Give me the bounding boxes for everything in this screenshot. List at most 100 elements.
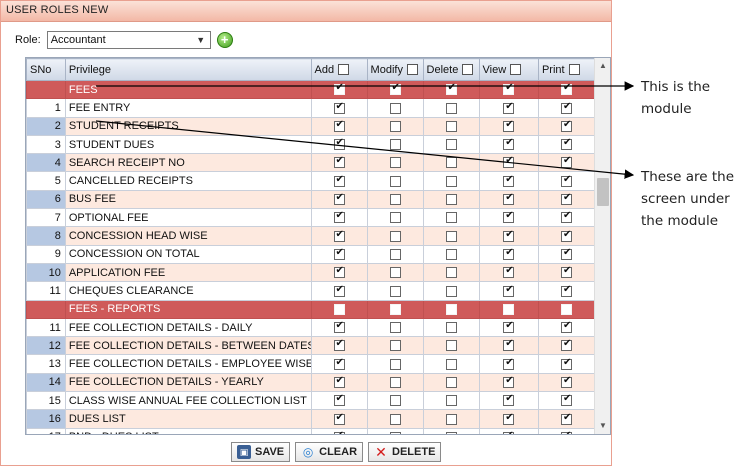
table-row[interactable]: 4 SEARCH RECEIPT NO — [26, 153, 596, 173]
table-row[interactable]: 6 BUS FEE — [26, 189, 596, 210]
permission-checkbox[interactable] — [503, 357, 515, 370]
permission-checkbox[interactable] — [503, 412, 515, 425]
permission-checkbox[interactable] — [503, 101, 515, 114]
permission-checkbox[interactable] — [389, 120, 401, 132]
permission-checkbox[interactable] — [560, 210, 572, 224]
permission-checkbox[interactable] — [389, 431, 401, 434]
permission-checkbox[interactable] — [445, 340, 457, 352]
permission-checkbox[interactable] — [503, 229, 515, 242]
permission-checkbox[interactable] — [389, 212, 401, 224]
permission-checkbox[interactable] — [445, 376, 457, 388]
table-row[interactable]: 14 FEE COLLECTION DETAILS - YEARLY — [26, 372, 596, 393]
permission-checkbox[interactable] — [389, 194, 401, 206]
table-row[interactable]: 9 CONCESSION ON TOTAL — [26, 244, 596, 264]
permission-checkbox[interactable] — [560, 375, 572, 388]
permission-checkbox[interactable] — [389, 395, 401, 407]
permission-checkbox[interactable] — [560, 393, 572, 407]
table-row[interactable]: 7 OPTIONAL FEE — [26, 208, 596, 228]
permission-checkbox[interactable] — [560, 229, 572, 242]
permission-checkbox[interactable] — [445, 358, 457, 370]
permission-checkbox[interactable] — [560, 320, 572, 334]
permission-checkbox[interactable] — [445, 395, 457, 407]
permission-checkbox[interactable] — [333, 357, 345, 370]
permission-checkbox[interactable] — [389, 267, 401, 279]
permission-checkbox[interactable] — [445, 413, 457, 425]
permission-checkbox[interactable] — [333, 338, 345, 352]
permission-checkbox[interactable] — [503, 174, 515, 187]
select-all-checkbox[interactable] — [568, 64, 580, 76]
permission-checkbox[interactable] — [445, 431, 457, 434]
permission-checkbox[interactable] — [503, 430, 515, 434]
permission-checkbox[interactable] — [503, 192, 515, 206]
table-row[interactable]: 16 DUES LIST — [26, 409, 596, 429]
permission-checkbox[interactable] — [333, 430, 345, 434]
table-row[interactable]: 2 STUDENT RECEIPTS — [26, 116, 596, 136]
permission-checkbox[interactable] — [560, 430, 572, 434]
permission-checkbox[interactable] — [560, 82, 572, 96]
permission-checkbox[interactable] — [503, 265, 515, 279]
table-row[interactable]: 10 APPLICATION FEE — [26, 262, 596, 283]
permission-checkbox[interactable] — [333, 229, 345, 242]
module-row[interactable]: FEES — [26, 79, 596, 100]
permission-checkbox[interactable] — [389, 230, 401, 242]
permission-checkbox[interactable] — [445, 82, 457, 96]
table-row[interactable]: 17BND - DUES LIST — [26, 427, 596, 434]
permission-checkbox[interactable] — [389, 322, 401, 334]
permission-checkbox[interactable] — [389, 248, 401, 260]
permission-checkbox[interactable] — [389, 285, 401, 297]
select-all-checkbox[interactable] — [462, 64, 474, 76]
permission-checkbox[interactable] — [333, 393, 345, 407]
permission-checkbox[interactable] — [333, 82, 345, 96]
permission-checkbox[interactable] — [389, 303, 401, 315]
scroll-thumb[interactable] — [597, 178, 609, 206]
permission-checkbox[interactable] — [560, 137, 572, 151]
permission-checkbox[interactable] — [333, 320, 345, 334]
permission-checkbox[interactable] — [389, 157, 401, 169]
permission-checkbox[interactable] — [503, 155, 515, 169]
permission-checkbox[interactable] — [503, 247, 515, 260]
permission-checkbox[interactable] — [503, 137, 515, 151]
select-all-checkbox[interactable] — [338, 64, 350, 76]
permission-checkbox[interactable] — [445, 139, 457, 151]
permission-checkbox[interactable] — [389, 82, 401, 96]
permission-checkbox[interactable] — [333, 375, 345, 388]
permission-checkbox[interactable] — [503, 338, 515, 352]
select-all-checkbox[interactable] — [406, 64, 418, 76]
permission-checkbox[interactable] — [503, 119, 515, 132]
permission-checkbox[interactable] — [560, 284, 572, 297]
permission-checkbox[interactable] — [333, 101, 345, 114]
vertical-scrollbar[interactable]: ▲ ▼ — [594, 58, 610, 434]
permission-checkbox[interactable] — [389, 102, 401, 114]
permission-checkbox[interactable] — [333, 284, 345, 297]
permission-checkbox[interactable] — [445, 267, 457, 279]
permission-checkbox[interactable] — [445, 175, 457, 187]
permission-checkbox[interactable] — [333, 174, 345, 187]
permission-checkbox[interactable] — [389, 358, 401, 370]
permission-checkbox[interactable] — [389, 376, 401, 388]
permission-checkbox[interactable] — [445, 248, 457, 260]
permission-checkbox[interactable] — [503, 284, 515, 297]
permission-checkbox[interactable] — [560, 265, 572, 279]
permission-checkbox[interactable] — [333, 210, 345, 224]
scroll-down-icon[interactable]: ▼ — [595, 418, 611, 434]
permission-checkbox[interactable] — [560, 192, 572, 206]
permission-checkbox[interactable] — [333, 119, 345, 132]
permission-checkbox[interactable] — [560, 357, 572, 370]
permission-checkbox[interactable] — [333, 412, 345, 425]
permission-checkbox[interactable] — [333, 265, 345, 279]
permission-checkbox[interactable] — [560, 101, 572, 114]
permission-checkbox[interactable] — [503, 375, 515, 388]
permission-checkbox[interactable] — [445, 322, 457, 334]
permission-checkbox[interactable] — [445, 212, 457, 224]
permission-checkbox[interactable] — [389, 413, 401, 425]
permission-checkbox[interactable] — [503, 320, 515, 334]
table-row[interactable]: 13 FEE COLLECTION DETAILS - EMPLOYEE WISE — [26, 354, 596, 374]
scroll-up-icon[interactable]: ▲ — [595, 58, 611, 74]
table-row[interactable]: 8 CONCESSION HEAD WISE — [26, 226, 596, 246]
permission-checkbox[interactable] — [333, 155, 345, 169]
permission-checkbox[interactable] — [503, 210, 515, 224]
permission-checkbox[interactable] — [503, 393, 515, 407]
module-row[interactable]: FEES - REPORTS — [26, 299, 596, 319]
permission-checkbox[interactable] — [445, 157, 457, 169]
table-row[interactable]: 1 FEE ENTRY — [26, 98, 596, 118]
